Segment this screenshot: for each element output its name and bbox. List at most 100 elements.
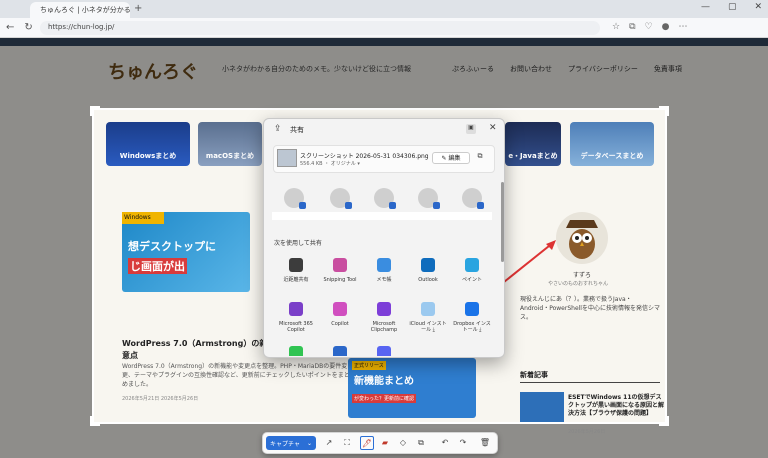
app-paint[interactable]: ペイント [453, 258, 491, 283]
file-thumbnail [277, 149, 297, 167]
tab-title: ちゅんろぐ | 小ネタが分かる... [40, 6, 130, 14]
contact-avatar[interactable] [462, 188, 484, 209]
thumb-badge: Windows [122, 212, 164, 224]
lock-icon[interactable]: ▣ [466, 124, 476, 134]
notepad-icon [377, 258, 391, 272]
category-windows[interactable]: Windowsまとめ [106, 122, 190, 166]
new-tab-button[interactable]: + [134, 3, 142, 14]
line-app-icon[interactable] [289, 346, 303, 356]
chevron-down-icon[interactable]: ⌄ [307, 440, 312, 447]
app-label: ペイント [461, 277, 482, 283]
snipping-tool-icon [333, 258, 347, 272]
undo-icon[interactable]: ↶ [438, 436, 452, 450]
contact-avatar[interactable] [284, 188, 306, 209]
annotation-arrow [503, 240, 556, 283]
app-clipchamp[interactable]: Microsoft Clipchamp [365, 302, 403, 333]
capture-button[interactable]: キャプチャ ⌄ [266, 436, 316, 450]
maximize-button[interactable]: ▢ [728, 2, 737, 12]
app-label: iCloud インストール ⤓ [409, 321, 447, 333]
app-label: メモ帳 [376, 277, 392, 283]
app-icon-partial[interactable] [333, 346, 347, 356]
share-icon: ⇪ [274, 124, 282, 134]
author-avatar [556, 212, 608, 264]
pen-icon[interactable]: 🖊 [360, 436, 374, 450]
share-tool-icon[interactable]: ↗ [322, 436, 336, 450]
share-scrollbar[interactable] [501, 182, 504, 262]
file-name: スクリーンショット 2026-05-31 034306.png [300, 153, 429, 160]
app-nearby-share[interactable]: 近距離共有 [277, 258, 315, 283]
app-label: Snipping Tool [323, 277, 357, 283]
category-macos[interactable]: macOSまとめ [198, 122, 262, 166]
app-m365-copilot[interactable]: Microsoft 365 Copilot [277, 302, 315, 333]
capture-corner-bl[interactable] [90, 416, 100, 426]
author-subtitle: やさいのものおすれちゃん [548, 281, 609, 287]
author-name: すずろ [573, 272, 592, 279]
recent-thumbnail[interactable] [520, 392, 564, 422]
crop-icon[interactable]: ⛶ [340, 436, 354, 450]
copy-icon[interactable]: ⧉ [474, 152, 486, 164]
address-bar[interactable]: https://chun-log.jp/ [40, 21, 600, 35]
app-outlook[interactable]: Outlook [409, 258, 447, 283]
close-window-button[interactable]: ✕ [754, 2, 762, 12]
owl-icon [566, 220, 598, 259]
author-description: 現役えんじにあ（？）。業務で扱うJava・Android・PowerShellを… [520, 296, 660, 321]
minimize-button[interactable]: — [701, 2, 710, 12]
icloud-icon [421, 302, 435, 316]
category-database[interactable]: データベースまとめ [570, 122, 654, 166]
highlighter-icon[interactable]: ▰ [378, 436, 392, 450]
extensions-icon[interactable]: ⧉ [629, 22, 635, 32]
contact-names-redacted [272, 212, 492, 220]
nearby-share-icon [289, 258, 303, 272]
app-label: Dropbox インストール ⤓ [453, 321, 491, 333]
browser-icons: ☆ ⧉ ♡ ● ⋯ [612, 22, 687, 32]
recent-article-1[interactable]: ESETでWindows 11の仮想デスクトップが黒い画面になる原因と解決方法【… [568, 394, 664, 418]
eraser-icon[interactable]: ◇ [396, 436, 410, 450]
share-apps-heading: 次を使用して共有 [274, 240, 322, 247]
app-icloud[interactable]: iCloud インストール ⤓ [409, 302, 447, 333]
favorites-icon[interactable]: ♡ [645, 22, 653, 32]
capture-corner-tr[interactable] [659, 106, 669, 116]
shapes-icon[interactable]: ⧉ [414, 436, 428, 450]
article-thumbnail-2[interactable]: 正式リリース 新機能まとめ が変わった？更新前に確認 [348, 358, 476, 418]
reload-button[interactable]: ↻ [24, 22, 32, 33]
app-label: Outlook [418, 277, 438, 283]
share-close-button[interactable]: ✕ [489, 123, 497, 133]
thumb2-title: 新機能まとめ [354, 376, 414, 387]
browser-tab[interactable]: ちゅんろぐ | 小ネタが分かる... × [30, 2, 130, 18]
contact-avatar[interactable] [374, 188, 396, 209]
article-thumbnail[interactable]: Windows 想デスクトップに じ画面が出 [122, 212, 250, 292]
thumb-headline-1: 想デスクトップに [128, 240, 216, 253]
app-snipping-tool[interactable]: Snipping Tool [321, 258, 359, 283]
edit-button[interactable]: ✎ 編集 [432, 152, 470, 164]
contact-avatar[interactable] [418, 188, 440, 209]
copilot-icon [333, 302, 347, 316]
profile-icon[interactable]: ● [662, 22, 670, 32]
discord-icon[interactable] [377, 346, 391, 356]
category-java[interactable]: e・Javaまとめ [505, 122, 561, 166]
capture-corner-tl[interactable] [90, 106, 100, 116]
recent-divider [520, 382, 660, 383]
paint-icon [465, 258, 479, 272]
app-notepad[interactable]: メモ帳 [365, 258, 403, 283]
star-icon[interactable]: ☆ [612, 22, 620, 32]
app-copilot[interactable]: Copilot [321, 302, 359, 327]
app-dropbox[interactable]: Dropbox インストール ⤓ [453, 302, 491, 333]
back-button[interactable]: ← [6, 22, 14, 33]
article-description: WordPress 7.0（Armstrong）の新機能や変更点を整理。PHP・… [122, 363, 350, 388]
m365-copilot-icon [289, 302, 303, 316]
contact-avatar[interactable] [330, 188, 352, 209]
app-label: Microsoft Clipchamp [370, 321, 398, 333]
dropbox-icon [465, 302, 479, 316]
redo-icon[interactable]: ↷ [456, 436, 470, 450]
trash-icon[interactable]: 🗑 [478, 436, 492, 450]
thumb2-sub: が変わった？更新前に確認 [352, 394, 417, 403]
thumb2-badge: 正式リリース [352, 361, 386, 370]
thumb-headline-2: じ画面が出 [128, 258, 187, 274]
edit-label: 編集 [448, 155, 461, 162]
capture-label: キャプチャ [270, 440, 300, 448]
outlook-icon [421, 258, 435, 272]
file-size-option[interactable]: 556.4 KB ・ オリジナル ▾ [300, 160, 360, 167]
app-label: 近距離共有 [283, 277, 309, 283]
menu-icon[interactable]: ⋯ [678, 22, 687, 32]
nav-buttons: ← ↻ [6, 22, 33, 33]
